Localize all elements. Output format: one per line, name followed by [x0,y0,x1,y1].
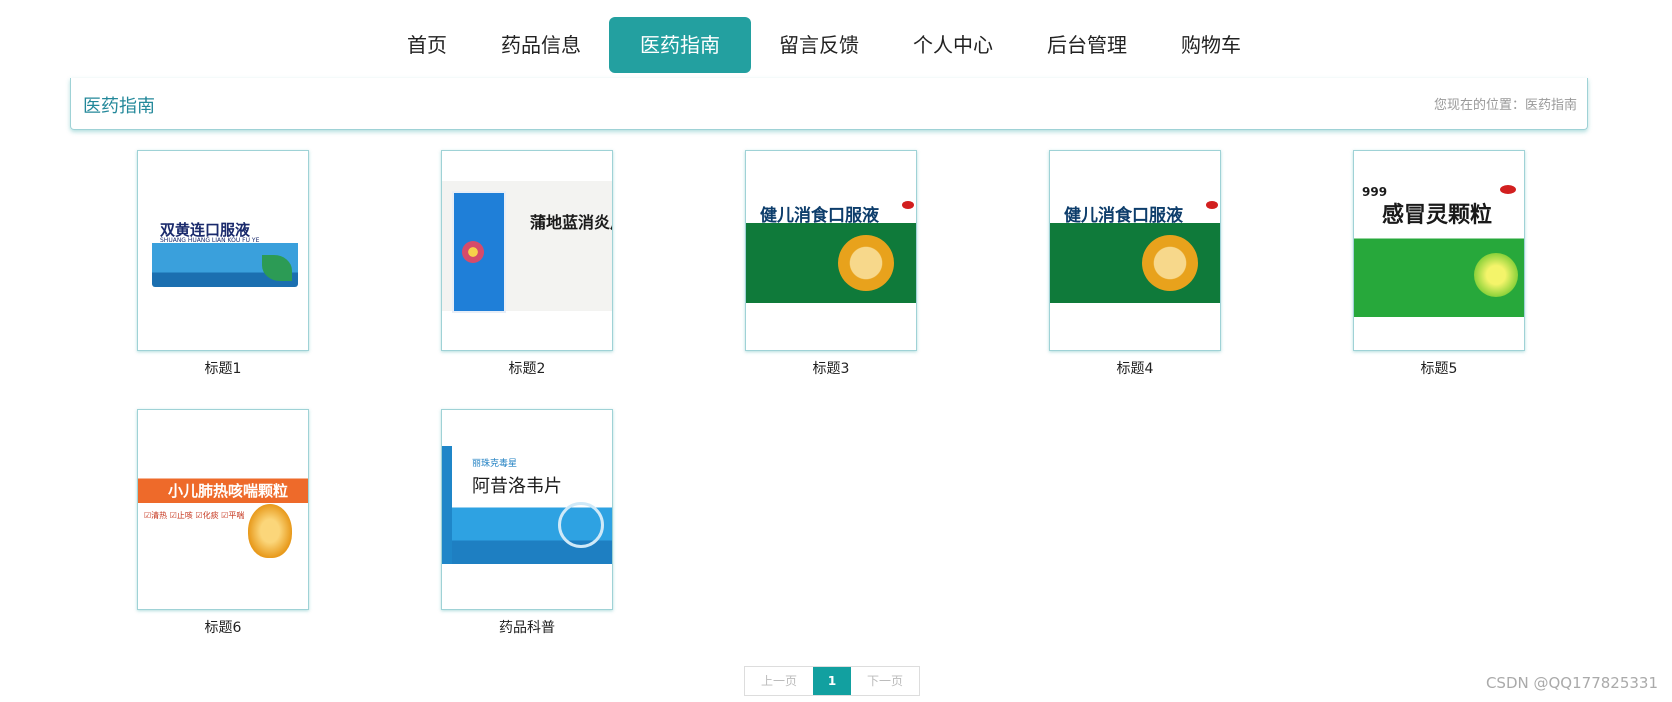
sunflower-icon [1142,235,1198,291]
guide-card[interactable]: 蒲地蓝消炎片 标题2 [441,150,613,378]
page-title: 医药指南 [83,96,155,117]
next-page-button[interactable]: 下一页 [851,667,919,695]
guide-title[interactable]: 标题6 [137,617,309,637]
guide-image[interactable]: 健儿消食口服液 [1049,150,1221,351]
gourd-mascot-icon [248,504,292,558]
drug-box-art: 健儿消食口服液 [746,195,916,303]
box-sublabel: ☑清热 ☑止咳 ☑化痰 ☑平喘 [144,511,245,520]
leaf-icon [262,255,292,281]
watermark: CSDN @QQ177825331 [1485,674,1658,692]
box-label: 健儿消食口服液 [1064,206,1183,226]
drug-box-art: 双黄连口服液 SHUANG HUANG LIAN KOU FU YE [152,207,298,287]
guide-image[interactable]: 蒲地蓝消炎片 [441,150,613,351]
box-edge [442,446,452,564]
granule-icon [1474,253,1518,297]
nav-items: 首页 药品信息 医药指南 留言反馈 个人中心 后台管理 购物车 [380,17,1268,73]
guide-title[interactable]: 标题4 [1049,358,1221,378]
flower-icon [462,241,484,263]
otc-badge-icon [1206,201,1218,209]
box-label: 感冒灵颗粒 [1382,203,1493,228]
guide-image[interactable]: 999 感冒灵颗粒 [1353,150,1525,351]
drug-box-art: 小儿肺热咳喘颗粒 ☑清热 ☑止咳 ☑化痰 ☑平喘 [138,450,308,560]
drug-box-art: 蒲地蓝消炎片 [442,181,612,313]
box-label: 小儿肺热咳喘颗粒 [168,482,289,500]
box-label: 健儿消食口服液 [760,206,879,226]
sunflower-icon [838,235,894,291]
guide-card[interactable]: 丽珠克毒星 阿昔洛韦片 药品科普 [441,409,613,637]
drug-box-art: 丽珠克毒星 阿昔洛韦片 [442,446,612,564]
guide-title[interactable]: 标题1 [137,358,309,378]
nav-item-medical-guide[interactable]: 医药指南 [609,17,751,73]
top-nav: 首页 药品信息 医药指南 留言反馈 个人中心 后台管理 购物车 [0,17,1672,73]
guide-card[interactable]: 健儿消食口服液 标题3 [745,150,917,378]
breadcrumb-bar: 医药指南 您现在的位置：医药指南 [70,78,1588,130]
guide-card[interactable]: 小儿肺热咳喘颗粒 ☑清热 ☑止咳 ☑化痰 ☑平喘 标题6 [137,409,309,637]
nav-item-admin[interactable]: 后台管理 [1021,17,1153,73]
breadcrumb: 您现在的位置：医药指南 [1433,98,1577,113]
nav-item-user-center[interactable]: 个人中心 [887,17,1019,73]
drug-box-art: 999 感冒灵颗粒 [1354,177,1524,317]
page-1-button[interactable]: 1 [813,667,851,695]
nav-item-cart[interactable]: 购物车 [1155,17,1267,73]
box-label: 阿昔洛韦片 [472,476,562,497]
guide-title[interactable]: 标题5 [1353,358,1525,378]
pagination: 上一页 1 下一页 [744,666,920,696]
drug-box-art: 健儿消食口服液 [1050,195,1220,303]
guide-image[interactable]: 小儿肺热咳喘颗粒 ☑清热 ☑止咳 ☑化痰 ☑平喘 [137,409,309,610]
box-label: 蒲地蓝消炎片 [530,213,612,232]
prev-page-button[interactable]: 上一页 [745,667,813,695]
nav-item-drug-info[interactable]: 药品信息 [475,17,607,73]
box-sublabel: SHUANG HUANG LIAN KOU FU YE [160,237,260,244]
guide-card[interactable]: 双黄连口服液 SHUANG HUANG LIAN KOU FU YE 标题1 [137,150,309,378]
guide-card[interactable]: 999 感冒灵颗粒 标题5 [1353,150,1525,378]
guide-image[interactable]: 丽珠克毒星 阿昔洛韦片 [441,409,613,610]
guide-image[interactable]: 健儿消食口服液 [745,150,917,351]
box-sublabel: 丽珠克毒星 [472,459,518,469]
nav-item-home[interactable]: 首页 [381,17,473,73]
circle-logo-icon [558,502,604,548]
guide-title[interactable]: 药品科普 [441,617,613,637]
guide-title[interactable]: 标题3 [745,358,917,378]
guide-card[interactable]: 健儿消食口服液 标题4 [1049,150,1221,378]
nav-item-feedback[interactable]: 留言反馈 [753,17,885,73]
otc-badge-icon [1500,185,1516,194]
otc-badge-icon [902,201,914,209]
guide-image[interactable]: 双黄连口服液 SHUANG HUANG LIAN KOU FU YE [137,150,309,351]
guide-title[interactable]: 标题2 [441,358,613,378]
